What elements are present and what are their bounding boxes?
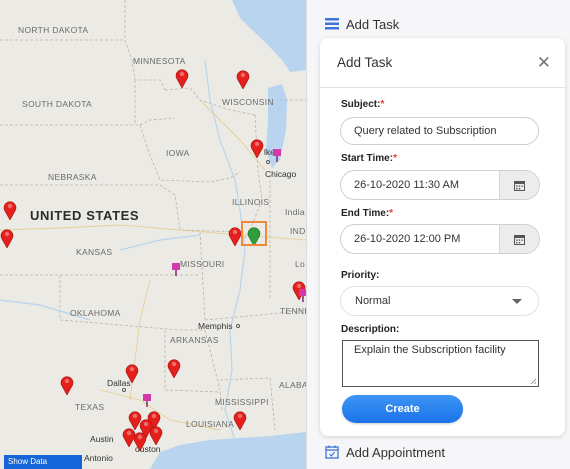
city-label-memphis: Memphis [198,321,233,331]
state-label-louisiana: LOUISIANA [186,419,235,429]
map-pin-icon[interactable] [228,226,242,246]
add-task-section-header[interactable]: Add Task [325,13,399,35]
state-label-lo: Lo [295,259,306,269]
add-task-form: Add Task ✕ Subject:* Query related to Su… [320,38,565,436]
map-pin-icon[interactable] [250,138,264,158]
city-dot-memphis [236,324,240,328]
priority-value: Normal [355,295,391,307]
map-pin-icon[interactable] [133,431,147,451]
close-icon[interactable]: ✕ [537,54,551,71]
state-label-arkansas: ARKANSAS [170,335,219,345]
map-pin-icon[interactable] [236,69,250,89]
state-label-texas: TEXAS [75,402,105,412]
state-label-iowa: IOWA [166,148,190,158]
start-time-value: 26-10-2020 11:30 AM [354,179,459,191]
state-label-missouri: MISSOURI [180,259,225,269]
end-time-label: End Time:* [341,208,394,219]
subject-input[interactable]: Query related to Subscription [340,117,539,145]
state-label-kansas: KANSAS [76,247,113,257]
map-pin-icon[interactable] [3,200,17,220]
city-label-san-antonio: Antonio [84,453,113,463]
add-appointment-section-header[interactable]: Add Appointment [325,441,445,463]
priority-select[interactable]: Normal [340,286,539,316]
add-task-section-label: Add Task [346,16,400,32]
map-view[interactable]: NORTH DAKOTA MINNESOTA SOUTH DAKOTA WISC… [0,0,306,469]
state-label-ind: IND [290,226,306,236]
city-dot-dallas [122,388,126,392]
task-list-icon [325,18,339,30]
state-label-wisconsin: WISCONSIN [222,97,274,107]
side-panel: Add Task Add Task ✕ Subject:* Query rela… [306,0,570,469]
map-flag-icon[interactable] [142,393,152,407]
map-selection-box[interactable] [241,221,267,246]
description-textarea[interactable]: Explain the Subscription facility [342,340,539,387]
state-label-nebraska: NEBRASKA [48,172,97,182]
state-label-north-dakota: NORTH DAKOTA [18,25,89,35]
state-label-minnesota: MINNESOTA [133,56,186,66]
description-label: Description: [341,324,400,335]
map-pin-icon[interactable] [175,68,189,88]
country-label: UNITED STATES [30,208,140,223]
state-label-alabama: ALABA [279,380,306,390]
state-label-mississippi: MISSISSIPPI [215,397,269,407]
map-pin-icon[interactable] [149,425,163,445]
map-pin-icon[interactable] [125,363,139,383]
map-pin-icon[interactable] [233,410,247,430]
priority-label: Priority: [341,270,380,281]
start-time-label: Start Time:* [341,153,397,164]
chevron-down-icon [512,298,522,304]
calendar-check-icon [325,445,339,459]
state-label-south-dakota: SOUTH DAKOTA [22,99,93,109]
end-time-value: 26-10-2020 12:00 PM [354,233,461,245]
subject-label: Subject:* [341,99,385,110]
state-label-oklahoma: OKLAHOMA [70,308,121,318]
city-label-austin: Austin [90,434,114,444]
state-label-tennessee: TENNE [280,306,306,316]
calendar-icon[interactable] [499,171,539,199]
calendar-icon[interactable] [499,225,539,253]
map-flag-icon[interactable] [298,288,306,302]
end-time-input[interactable]: 26-10-2020 12:00 PM [340,224,540,254]
city-label-chicago: Chicago [265,169,297,179]
add-appointment-section-label: Add Appointment [346,444,446,460]
map-flag-icon[interactable] [272,148,282,162]
map-flag-icon[interactable] [171,262,181,276]
map-pin-icon[interactable] [167,358,181,378]
resize-handle-icon[interactable] [530,378,537,385]
start-time-input[interactable]: 26-10-2020 11:30 AM [340,170,540,200]
show-data-button[interactable]: Show Data [4,455,82,469]
map-pin-icon[interactable] [0,228,14,248]
state-label-illinois: ILLINOIS [232,197,270,207]
form-header: Add Task ✕ [320,38,565,88]
state-label-indiana: India [285,207,305,217]
city-dot-chicago [266,160,270,164]
map-pin-icon[interactable] [60,375,74,395]
create-button[interactable]: Create [342,395,463,423]
form-title: Add Task [337,55,393,70]
description-value: Explain the Subscription facility [354,344,506,356]
